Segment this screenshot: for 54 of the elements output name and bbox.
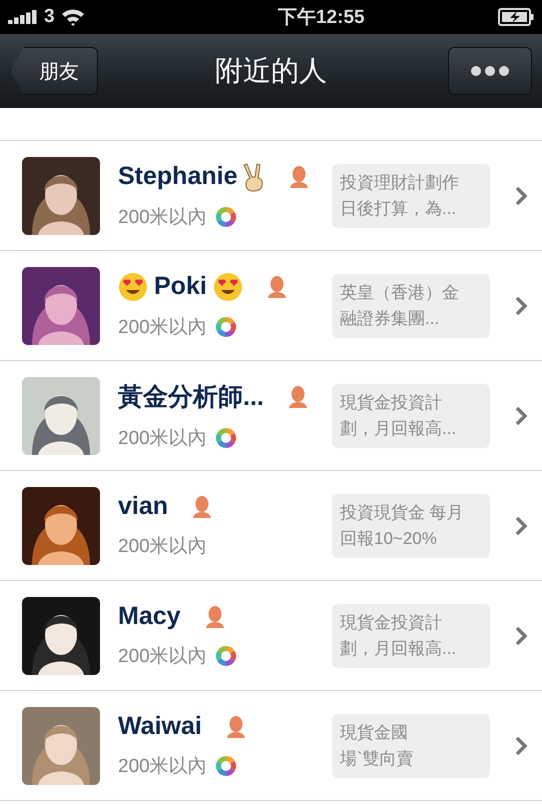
victory-hand-icon (243, 162, 266, 192)
person-icon (289, 164, 310, 188)
person-row[interactable]: vian 200米以內 投資現貨金 每月 回報10~20% (0, 471, 542, 581)
chevron-icon (514, 186, 528, 206)
status-text: 投資現貨金 每月 (340, 502, 465, 524)
status-text: 劃，月回報高... (340, 638, 458, 660)
person-icon (204, 604, 225, 628)
person-icon (226, 714, 246, 738)
distance-text: 200米以內 (118, 316, 207, 340)
status-text: 英皇（香港）金 (340, 282, 460, 304)
status-text: 現貨金投資計 (340, 392, 443, 414)
distance-text: 200米以內 (118, 645, 207, 669)
person-name: Waiwai (118, 712, 202, 741)
person-row[interactable]: Stephanie 200米以內 投資理財計劃作 日後打算，為... (0, 141, 542, 251)
chevron-icon (514, 736, 528, 756)
chevron-icon (514, 516, 528, 536)
status-text: 現貨金國 (340, 722, 409, 744)
status-text: 投資理財計劃作 (340, 172, 460, 194)
carrier-text: 3 (44, 6, 55, 28)
person-icon (288, 384, 308, 408)
person-row[interactable]: Poki 200米以內 英皇（香港）金 融證券集團... (0, 251, 542, 361)
distance-text: 200米以內 (118, 535, 207, 559)
person-name: Poki (154, 272, 207, 301)
more-icon (470, 65, 510, 77)
distance-text: 200米以內 (118, 427, 207, 451)
status-text: 融證券集團... (340, 308, 440, 330)
status-text: 場`雙向賣 (340, 748, 415, 770)
more-button[interactable] (448, 47, 532, 95)
heart-eyes-face-icon (118, 272, 148, 302)
status-text: 現貨金投資計 (340, 612, 443, 634)
page-title: 附近的人 (215, 54, 327, 88)
status-text: 回報10~20% (340, 528, 438, 550)
person-name: vian (118, 492, 168, 521)
chevron-icon (514, 626, 528, 646)
chevron-icon (514, 296, 528, 316)
heart-eyes-face-icon (212, 272, 243, 302)
person-row[interactable]: 黃金分析師... 200米以內 現貨金投資計 劃，月回報高... (0, 361, 542, 471)
distance-text: 200米以內 (118, 206, 207, 230)
signal-icon (8, 10, 38, 24)
person-name: Stephanie (118, 162, 238, 191)
person-row[interactable]: Waiwai 200米以內 現貨金國 場`雙向賣 (0, 691, 542, 801)
person-name: 黃金分析師... (118, 382, 264, 413)
person-name: Macy (118, 602, 181, 631)
wifi-icon (60, 8, 85, 26)
battery-icon (498, 8, 534, 26)
status-text: 日後打算，為... (340, 198, 458, 220)
status-text: 劃，月回報高... (340, 418, 458, 440)
person-icon (266, 274, 287, 298)
distance-text: 200米以內 (118, 755, 207, 779)
chevron-icon (514, 406, 528, 426)
clock-text: 下午12:55 (278, 6, 365, 30)
person-icon (192, 494, 212, 518)
person-row[interactable]: Macy 200米以內 現貨金投資計 劃，月回報高... (0, 581, 542, 691)
back-button[interactable]: 朋友 (10, 47, 98, 95)
